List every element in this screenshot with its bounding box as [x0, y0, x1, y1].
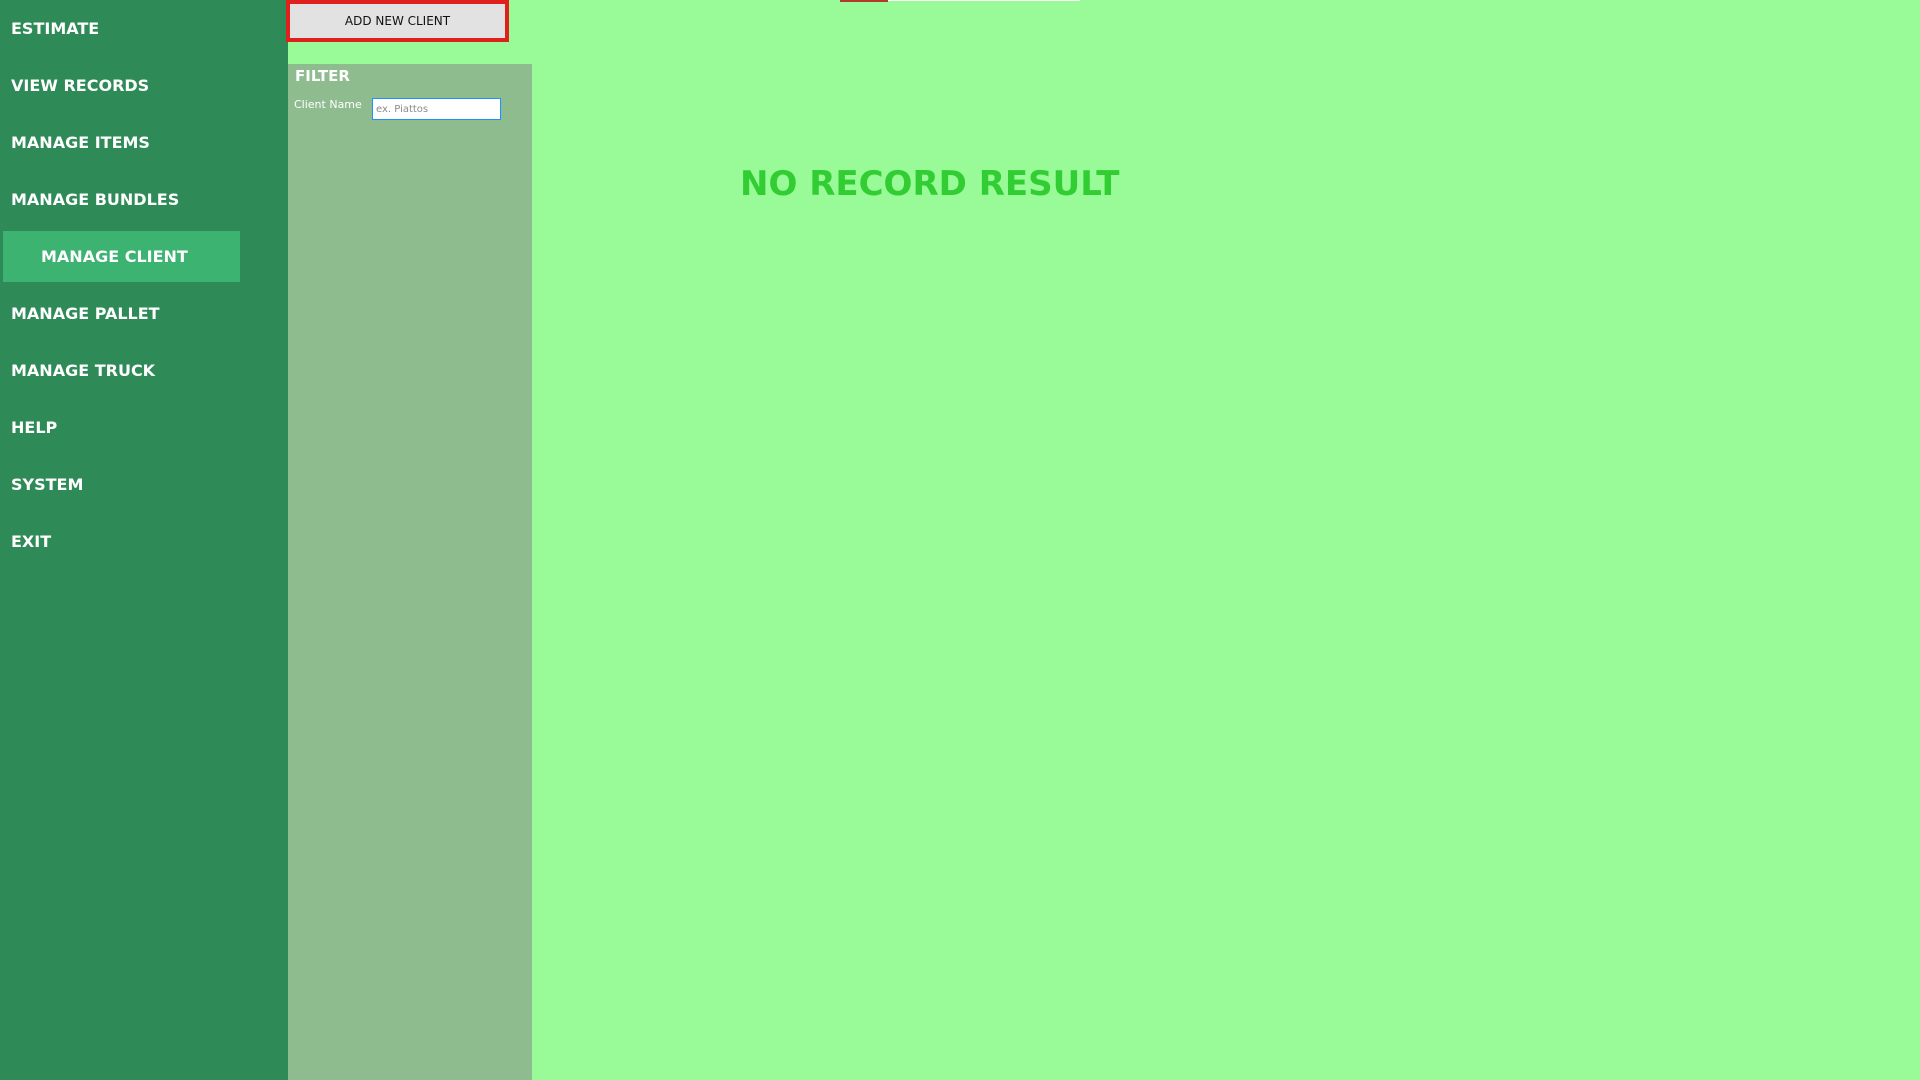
client-name-label: Client Name	[294, 98, 362, 111]
sidebar-item-label: ESTIMATE	[11, 19, 100, 38]
top-divider	[888, 0, 1080, 1]
sidebar-item-estimate[interactable]: ESTIMATE	[0, 3, 237, 54]
filter-panel: FILTER Client Name	[288, 64, 532, 1080]
sidebar-item-label: MANAGE PALLET	[11, 304, 160, 323]
sidebar-item-manage-items[interactable]: MANAGE ITEMS	[0, 117, 237, 168]
empty-result-message: NO RECORD RESULT	[740, 164, 1120, 204]
sidebar-item-manage-bundles[interactable]: MANAGE BUNDLES	[0, 174, 237, 225]
sidebar-item-view-records[interactable]: VIEW RECORDS	[0, 60, 237, 111]
sidebar-item-label: MANAGE ITEMS	[11, 133, 150, 152]
sidebar-item-system[interactable]: SYSTEM	[0, 459, 237, 510]
sidebar-item-label: MANAGE CLIENT	[41, 247, 188, 266]
add-new-client-button[interactable]: ADD NEW CLIENT	[286, 0, 509, 42]
client-name-input[interactable]	[372, 98, 501, 120]
sidebar-item-label: SYSTEM	[11, 475, 84, 494]
sidebar-item-manage-truck[interactable]: MANAGE TRUCK	[0, 345, 237, 396]
sidebar-item-exit[interactable]: EXIT	[0, 516, 237, 567]
sidebar-item-label: VIEW RECORDS	[11, 76, 150, 95]
sidebar-item-label: EXIT	[11, 532, 52, 551]
sidebar-nav: ESTIMATE VIEW RECORDS MANAGE ITEMS MANAG…	[0, 0, 288, 1080]
sidebar-item-manage-pallet[interactable]: MANAGE PALLET	[0, 288, 237, 339]
sidebar-item-help[interactable]: HELP	[0, 402, 237, 453]
filter-title: FILTER	[295, 67, 350, 85]
sidebar-item-label: HELP	[11, 418, 58, 437]
sidebar-item-label: MANAGE TRUCK	[11, 361, 156, 380]
sidebar-item-label: MANAGE BUNDLES	[11, 190, 180, 209]
top-divider-accent	[840, 0, 888, 2]
sidebar-item-manage-client[interactable]: MANAGE CLIENT	[3, 231, 240, 282]
